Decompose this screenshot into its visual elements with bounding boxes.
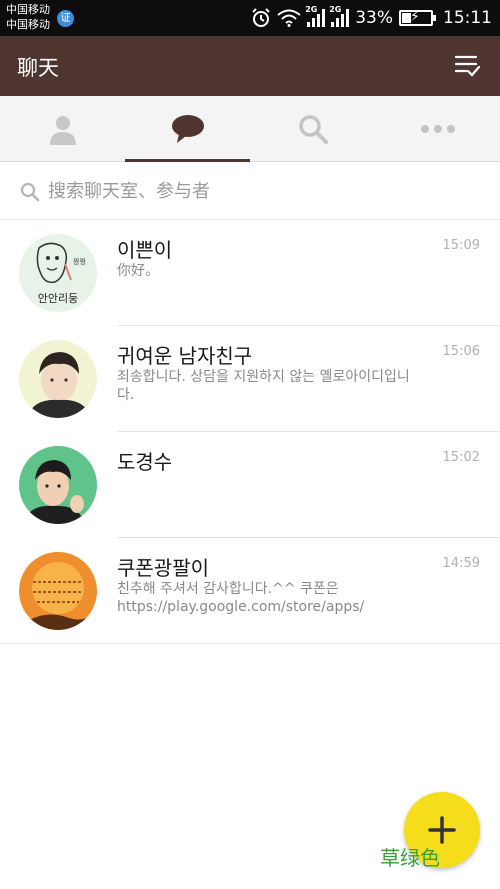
chat-time: 14:59 — [442, 556, 480, 571]
app-bar: 聊天 — [0, 36, 500, 96]
svg-text:짱짱: 짱짱 — [73, 257, 86, 266]
wifi-icon — [277, 9, 301, 27]
chat-time: 15:09 — [442, 238, 480, 253]
status-icons: 2G 2G 33% ⚡ 15:11 — [251, 0, 492, 36]
status-time: 15:11 — [443, 8, 492, 28]
chat-time: 15:06 — [442, 344, 480, 359]
carrier-info: 中国移动 中国移动 — [6, 2, 50, 32]
tab-search[interactable] — [250, 96, 375, 161]
chat-name: 이쁜이 — [117, 238, 173, 262]
chat-row[interactable]: 쿠폰광팔이 14:59 친추해 주셔서 감사합니다.^^ 쿠폰은 https:/… — [0, 538, 500, 644]
chat-row[interactable]: 짱짱 안안리둥 이쁜이 15:09 你好。 — [0, 220, 500, 326]
avatar: 짱짱 안안리둥 — [19, 234, 97, 312]
battery-charging-icon: ⚡ — [399, 9, 436, 26]
search-input[interactable] — [48, 176, 478, 206]
chat-bubble-icon — [171, 114, 204, 143]
avatar — [19, 552, 97, 630]
tab-more[interactable] — [375, 96, 500, 161]
tab-friends[interactable] — [0, 96, 125, 161]
avatar — [19, 340, 97, 418]
carrier-badge-icon: 证 — [57, 10, 74, 27]
chat-time: 15:02 — [442, 450, 480, 465]
carrier-line-1: 中国移动 — [6, 3, 50, 16]
avatar — [19, 446, 97, 524]
svg-text:안안리둥: 안안리둥 — [38, 292, 78, 305]
network-type-1: 2G — [305, 5, 318, 14]
search-icon — [298, 114, 328, 144]
search-bar — [0, 162, 500, 220]
chat-list: 짱짱 안안리둥 이쁜이 15:09 你好。 귀여운 남자친구 15:06 죄송합… — [0, 220, 500, 644]
chat-name: 도경수 — [117, 450, 173, 474]
page-title: 聊天 — [17, 56, 59, 80]
tab-chats[interactable] — [125, 96, 250, 162]
chat-last-message: 친추해 주셔서 감사합니다.^^ 쿠폰은 https://play.google… — [117, 581, 365, 615]
battery-percent: 33% — [355, 8, 393, 28]
chat-last-message: 你好。 — [117, 263, 159, 279]
signal-icon-2: 2G — [329, 5, 350, 27]
menu-check-icon[interactable] — [454, 54, 480, 78]
more-dots-icon — [420, 124, 455, 133]
status-bar: 中国移动 中国移动 证 2G 2G 33% ⚡ 15:11 — [0, 0, 500, 36]
chat-name: 귀여운 남자친구 — [117, 344, 253, 368]
chat-last-message: 죄송합니다. 상담을 지원하지 않는 옐로아이디입니다. — [117, 369, 410, 403]
divider — [0, 643, 500, 644]
chat-row[interactable]: 도경수 15:02 — [0, 432, 500, 538]
signal-icon: 2G — [305, 5, 326, 27]
person-icon — [49, 115, 76, 145]
fab-label: 草绿色 — [380, 846, 440, 870]
plus-icon — [428, 816, 456, 844]
chat-row[interactable]: 귀여운 남자친구 15:06 죄송합니다. 상담을 지원하지 않는 옐로아이디입… — [0, 326, 500, 432]
carrier-line-2: 中国移动 — [6, 18, 50, 31]
network-type-2: 2G — [329, 5, 342, 14]
alarm-icon — [252, 8, 270, 27]
tab-bar — [0, 96, 500, 162]
chat-name: 쿠폰광팔이 — [117, 556, 209, 580]
search-field-icon — [20, 182, 40, 202]
